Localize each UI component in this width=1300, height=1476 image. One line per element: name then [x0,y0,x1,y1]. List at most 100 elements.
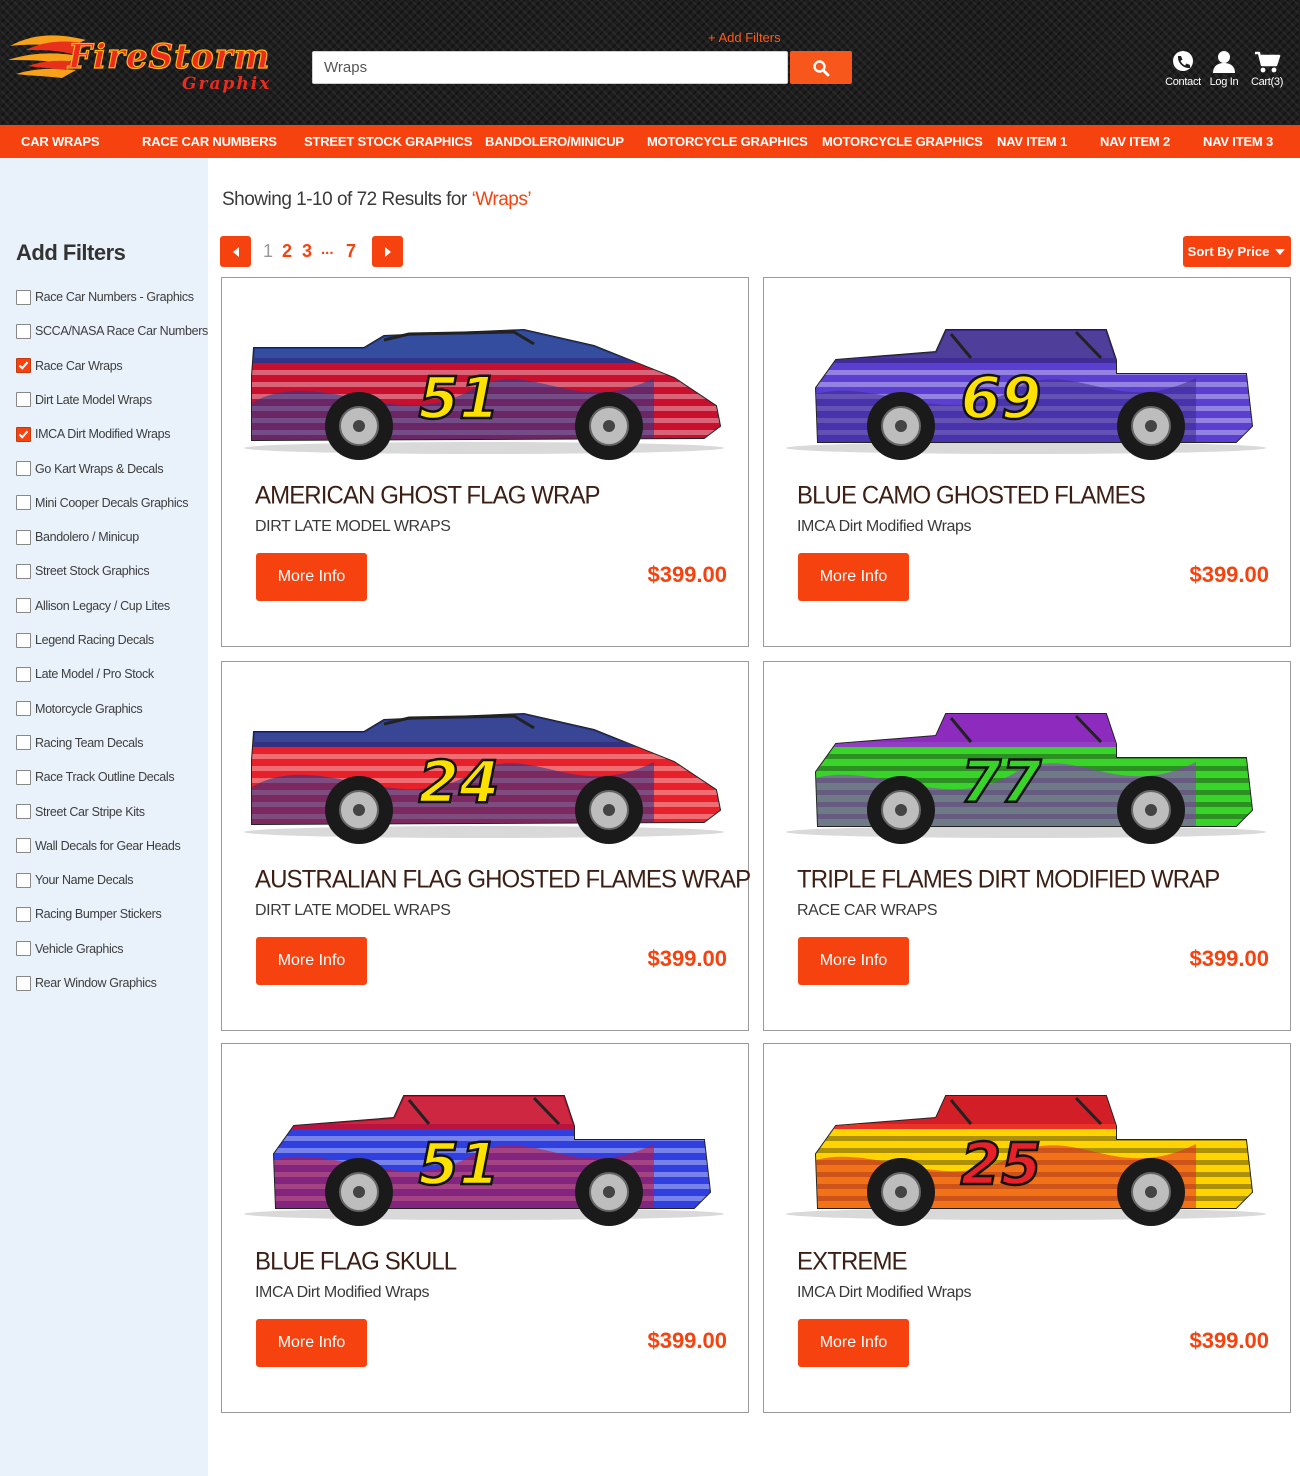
filter-option[interactable]: Go Kart Wraps & Decals [16,460,164,478]
product-title[interactable]: TRIPLE FLAMES DIRT MODIFIED WRAP [797,865,1220,894]
filter-checkbox[interactable] [16,323,31,339]
nav-item-motorcycle-graphics-2[interactable]: MOTORCYCLE GRAPHICS [822,125,983,158]
filter-checkbox[interactable] [16,563,31,579]
filter-option[interactable]: Street Stock Graphics [16,562,150,580]
sort-by-price-button[interactable]: Sort By Price [1183,236,1291,267]
product-card[interactable]: 24 AUSTRALIAN FLAG GHOSTED FLAMES WRAP DIR… [221,661,751,1031]
filter-checkbox[interactable] [16,769,31,785]
filter-checkbox[interactable] [16,701,31,717]
filter-label: Dirt Late Model Wraps [35,392,152,407]
main-nav: CAR WRAPS RACE CAR NUMBERS STREET STOCK … [0,125,1300,158]
add-filters-link[interactable]: + Add Filters [708,30,781,45]
filter-label: Racing Team Decals [35,735,144,750]
sidebar-title: Add Filters [16,240,126,265]
filter-option[interactable]: Racing Bumper Stickers [16,905,162,923]
firestorm-logo[interactable]: FireStorm Graphix [6,24,296,96]
product-image[interactable]: 51 [234,318,734,478]
product-category: IMCA Dirt Modified Wraps [797,518,972,535]
filter-label: Race Car Numbers - Graphics [35,290,194,304]
filter-checkbox[interactable] [16,804,31,819]
product-image[interactable]: 69 [776,318,1276,478]
nav-item-1[interactable]: NAV ITEM 1 [997,125,1067,158]
filter-option[interactable]: Mini Cooper Decals Graphics [16,494,188,512]
filter-checkbox[interactable] [16,906,31,922]
filter-option[interactable]: Dirt Late Model Wraps [16,391,152,409]
filter-checkbox[interactable] [16,666,31,682]
product-category: RACE CAR WRAPS [797,902,938,919]
product-title[interactable]: BLUE CAMO GHOSTED FLAMES [797,481,1146,510]
login-link[interactable]: Log In [1200,50,1248,88]
filter-checkbox[interactable] [16,941,31,957]
checkmark-icon [18,361,29,370]
product-card[interactable]: 77 TRIPLE FLAMES DIRT MODIFIED WRAP RACE C… [763,661,1291,1031]
more-info-button[interactable]: More Info [256,937,367,985]
product-title[interactable]: AMERICAN GHOST FLAG WRAP [255,481,601,510]
nav-item-car-wraps[interactable]: CAR WRAPS [21,125,100,158]
site-header: FireStorm Graphix + Add Filters Contact … [0,0,1300,125]
more-info-button[interactable]: More Info [798,553,909,601]
filter-option[interactable]: Late Model / Pro Stock [16,665,154,683]
filter-option[interactable]: Your Name Decals [16,871,134,889]
product-title[interactable]: AUSTRALIAN FLAG GHOSTED FLAMES WRAP [255,865,751,894]
filter-option[interactable]: Wall Decals for Gear Heads [16,837,181,855]
cart-link[interactable]: Cart(3) [1243,50,1291,88]
filter-checkbox[interactable] [16,426,31,442]
filter-option[interactable]: Motorcycle Graphics [16,700,143,718]
product-image[interactable]: 25 [776,1084,1276,1244]
page-7[interactable]: 7 [346,241,356,262]
filter-checkbox[interactable] [16,358,31,374]
filter-option[interactable]: IMCA Dirt Modified Wraps [16,425,171,443]
product-title[interactable]: BLUE FLAG SKULL [255,1247,457,1276]
product-price: $399.00 [647,562,727,587]
nav-item-street-stock-graphics[interactable]: STREET STOCK GRAPHICS [304,125,472,158]
next-page-button[interactable] [372,236,403,267]
product-card[interactable]: 25 EXTREME IMCA Dirt Modified Wraps More In… [763,1043,1291,1413]
product-image[interactable]: 77 [776,702,1276,862]
nav-item-3[interactable]: NAV ITEM 3 [1203,125,1273,158]
filter-checkbox[interactable] [16,392,31,408]
filter-option[interactable]: Race Car Wraps [16,357,123,375]
filter-checkbox[interactable] [16,289,31,305]
more-info-button[interactable]: More Info [798,937,909,985]
car-number: 77 [961,748,1042,816]
filter-option[interactable]: Race Track Outline Decals [16,768,175,786]
product-card[interactable]: 51 BLUE FLAG SKULL IMCA Dirt Modified Wrap… [221,1043,749,1413]
search-button[interactable] [790,51,852,84]
page-3[interactable]: 3 [302,241,312,262]
filter-option[interactable]: Legend Racing Decals [16,631,154,649]
nav-item-motorcycle-graphics[interactable]: MOTORCYCLE GRAPHICS [647,125,808,158]
product-image[interactable]: 51 [234,1084,734,1244]
filter-option[interactable]: Rear Window Graphics [16,974,157,992]
page-1[interactable]: 1 [263,241,273,262]
filter-checkbox[interactable] [16,975,31,991]
more-info-button[interactable]: More Info [256,553,367,601]
nav-item-bandolero-minicup[interactable]: BANDOLERO/MINICUP [485,125,624,158]
product-card[interactable]: 69 BLUE CAMO GHOSTED FLAMES IMCA Dirt Modi… [763,277,1291,647]
filter-checkbox[interactable] [16,529,31,545]
product-category: IMCA Dirt Modified Wraps [255,1284,430,1301]
prev-page-button[interactable] [220,236,251,267]
filter-checkbox[interactable] [16,461,31,476]
nav-item-2[interactable]: NAV ITEM 2 [1100,125,1170,158]
filter-checkbox[interactable] [16,632,31,648]
more-info-button[interactable]: More Info [798,1319,909,1367]
filter-option[interactable]: SCCA/NASA Race Car Numbers [16,322,208,340]
product-image[interactable]: 24 [234,702,734,862]
filter-option[interactable]: Allison Legacy / Cup Lites [16,597,170,615]
filter-option[interactable]: Vehicle Graphics [16,940,124,958]
filter-checkbox[interactable] [16,495,31,511]
filter-checkbox[interactable] [16,838,31,854]
filter-option[interactable]: Street Car Stripe Kits [16,803,145,821]
filter-checkbox[interactable] [16,735,31,751]
more-info-button[interactable]: More Info [256,1319,367,1367]
page-2[interactable]: 2 [282,241,292,262]
product-card[interactable]: 51 AMERICAN GHOST FLAG WRAP DIRT LATE MODE… [221,277,749,647]
product-title[interactable]: EXTREME [797,1247,908,1276]
filter-option[interactable]: Bandolero / Minicup [16,528,139,546]
filter-checkbox[interactable] [16,872,31,888]
nav-item-race-car-numbers[interactable]: RACE CAR NUMBERS [142,125,277,158]
filter-option[interactable]: Race Car Numbers - Graphics [16,288,194,306]
search-input[interactable] [312,51,788,84]
filter-option[interactable]: Racing Team Decals [16,734,143,752]
filter-checkbox[interactable] [16,598,31,614]
